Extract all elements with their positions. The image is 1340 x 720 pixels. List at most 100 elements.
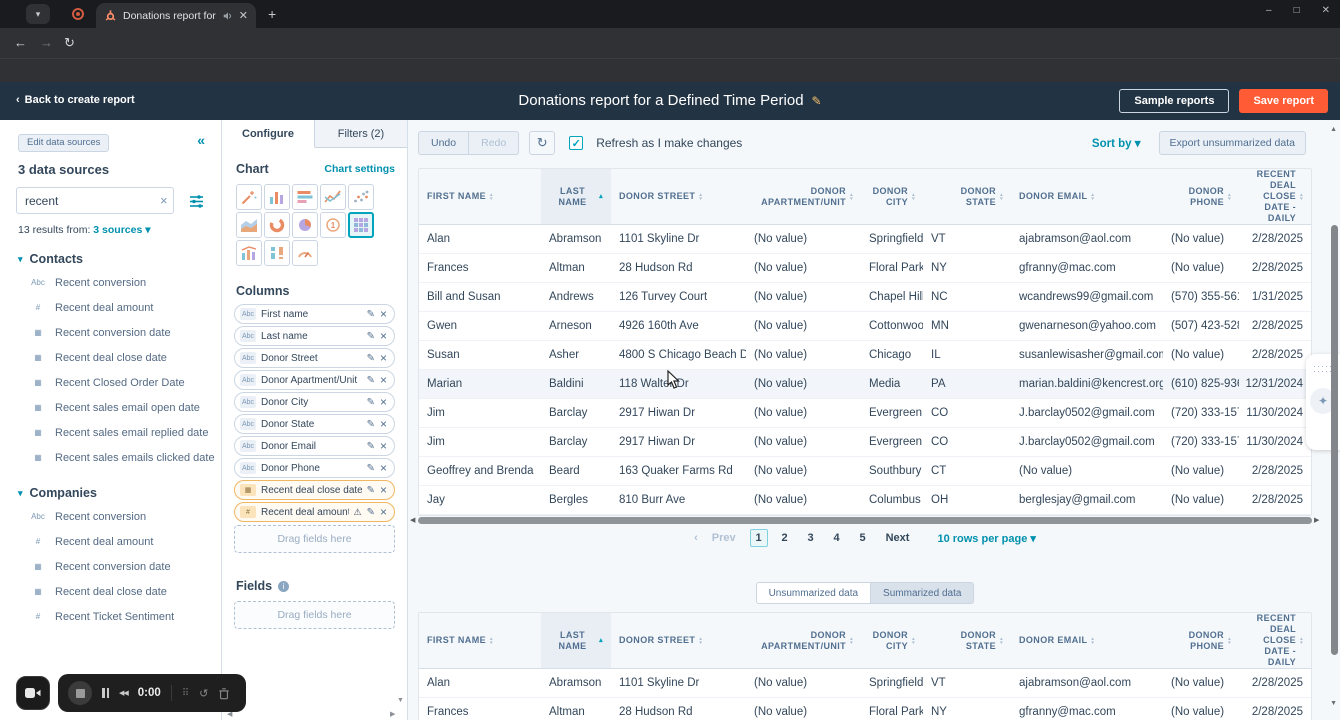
field-list-item[interactable]: ▦ Recent deal close date [0, 345, 221, 370]
chart-type-combo-button[interactable] [236, 240, 262, 266]
remove-column-icon[interactable]: × [380, 307, 387, 321]
header-donor-phone[interactable]: DONOR PHONE ▴ ▾ [1163, 169, 1239, 224]
window-minimize-button[interactable]: – [1266, 5, 1272, 16]
column-pill[interactable]: ▦ Recent deal close date - ⚠ ✎ × [234, 480, 395, 500]
window-maximize-button[interactable]: □ [1294, 5, 1300, 16]
sort-icon[interactable]: ▴ ▾ [490, 636, 493, 645]
panel-scroll-right-icon[interactable]: ▶ [390, 710, 395, 718]
header-donor-state[interactable]: DONOR STATE ▴ ▾ [923, 613, 1011, 668]
field-list-item[interactable]: ▦ Recent sales email open date [0, 395, 221, 420]
sources-dropdown[interactable]: 3 sources ▾ [93, 224, 150, 236]
chart-type-table-button[interactable] [348, 212, 374, 238]
hscroll-right-icon[interactable]: ▶ [1314, 516, 1319, 524]
browser-back-button[interactable]: ← [14, 35, 27, 50]
field-list-item[interactable]: ▦ Recent Closed Order Date [0, 370, 221, 395]
field-list-item[interactable]: Abc Recent conversion [0, 504, 221, 529]
tab-configure[interactable]: Configure [222, 120, 315, 148]
sort-icon[interactable]: ▴ ▾ [1091, 636, 1094, 645]
stop-recording-button[interactable] [68, 681, 92, 705]
edit-title-icon[interactable]: ✎ [812, 94, 822, 108]
browser-forward-button[interactable]: → [40, 35, 53, 50]
table-row[interactable]: Marian Baldini 118 Walter Dr (No value) … [419, 370, 1311, 399]
clear-search-icon[interactable]: × [160, 193, 168, 208]
column-pill[interactable]: Abc Donor City ⚠ ✎ × [234, 392, 395, 412]
chart-type-magic-wand-button[interactable] [236, 184, 262, 210]
header-donor-street[interactable]: DONOR STREET ▴ ▾ [611, 169, 746, 224]
panel-scroll-down-icon[interactable]: ▼ [397, 697, 404, 704]
chart-type-pie-button[interactable] [292, 212, 318, 238]
field-list-item[interactable]: ▦ Recent conversion date [0, 554, 221, 579]
tab-search-button[interactable]: ▾ [26, 4, 50, 24]
column-pill[interactable]: Abc Last name ⚠ ✎ × [234, 326, 395, 346]
chart-type-line-button[interactable] [320, 184, 346, 210]
edit-column-icon[interactable]: ✎ [367, 397, 375, 408]
save-report-button[interactable]: Save report [1239, 89, 1328, 113]
export-unsummarized-button[interactable]: Export unsummarized data [1158, 131, 1306, 155]
sort-icon[interactable]: ▴ ▾ [699, 192, 702, 201]
sort-icon[interactable]: ▴ ▾ [850, 192, 853, 201]
table-row[interactable]: Geoffrey and Brenda Beard 163 Quaker Far… [419, 457, 1311, 486]
prev-chevron-icon[interactable]: ‹ [694, 532, 698, 544]
summarized-data-button[interactable]: Summarized data [871, 582, 975, 604]
remove-column-icon[interactable]: × [380, 351, 387, 365]
remove-column-icon[interactable]: × [380, 373, 387, 387]
window-close-button[interactable]: ✕ [1322, 5, 1330, 16]
remove-column-icon[interactable]: × [380, 417, 387, 431]
page-number[interactable]: 5 [854, 529, 872, 547]
sidebar-section-companies[interactable]: ▾ Companies [18, 486, 203, 500]
rows-per-page-dropdown[interactable]: 10 rows per page ▾ [937, 532, 1035, 545]
edit-column-icon[interactable]: ✎ [367, 375, 375, 386]
filter-sort-icon[interactable] [189, 194, 205, 209]
edit-column-icon[interactable]: ✎ [367, 485, 375, 496]
column-pill[interactable]: Abc Donor Email ⚠ ✎ × [234, 436, 395, 456]
chart-type-donut-button[interactable] [264, 212, 290, 238]
header-recent-deal-close-date[interactable]: RECENT DEAL CLOSE DATE - DAILY ▴ ▾ [1239, 613, 1311, 668]
remove-column-icon[interactable]: × [380, 461, 387, 475]
camera-button[interactable] [16, 676, 50, 710]
column-pill[interactable]: # Recent deal amount ⚠ ✎ × [234, 502, 395, 522]
sort-icon[interactable]: ▴ ▾ [490, 192, 493, 201]
edit-column-icon[interactable]: ✎ [367, 463, 375, 474]
tab-close-icon[interactable]: ✕ [239, 9, 248, 22]
table-row[interactable]: Jim Barclay 2917 Hiwan Dr (No value) Eve… [419, 399, 1311, 428]
fields-drop-zone[interactable]: Drag fields here [234, 601, 395, 629]
field-list-item[interactable]: Abc Recent conversion [0, 270, 221, 295]
field-list-item[interactable]: # Recent Ticket Sentiment [0, 604, 221, 629]
sidebar-section-contacts[interactable]: ▾ Contacts [18, 252, 203, 266]
remove-column-icon[interactable]: × [380, 395, 387, 409]
sort-icon[interactable]: ▴ ▾ [1000, 636, 1003, 645]
column-pill[interactable]: Abc Donor Street ⚠ ✎ × [234, 348, 395, 368]
field-list-item[interactable]: ▦ Recent deal close date [0, 579, 221, 604]
redo-button[interactable]: Redo [469, 131, 520, 155]
edit-column-icon[interactable]: ✎ [367, 353, 375, 364]
chart-type-scatter-button[interactable] [348, 184, 374, 210]
header-donor-apartment[interactable]: DONOR APARTMENT/UNIT ▴ ▾ [746, 169, 861, 224]
column-pill[interactable]: Abc Donor State ⚠ ✎ × [234, 414, 395, 434]
field-search-input[interactable] [16, 187, 174, 214]
horizontal-scrollbar[interactable] [418, 517, 1312, 524]
drag-handle-icon[interactable]: ····· ····· [1313, 362, 1333, 376]
table-row[interactable]: Frances Altman 28 Hudson Rd (No value) F… [419, 254, 1311, 283]
sort-icon[interactable]: ▴ ▾ [912, 192, 915, 201]
header-recent-deal-close-date[interactable]: RECENT DEAL CLOSE DATE - DAILY ▴ ▾ [1239, 169, 1311, 224]
edit-data-sources-button[interactable]: Edit data sources [18, 133, 110, 152]
vscroll-up-icon[interactable]: ▲ [1330, 126, 1337, 133]
chart-type-waterfall-button[interactable] [264, 240, 290, 266]
field-list-item[interactable]: ▦ Recent sales email replied date [0, 420, 221, 445]
table-row[interactable]: Bill and Susan Andrews 126 Turvey Court … [419, 283, 1311, 312]
field-list-item[interactable]: # Recent deal amount [0, 529, 221, 554]
header-donor-city[interactable]: DONOR CITY ▴ ▾ [861, 169, 923, 224]
next-button[interactable]: Next [886, 532, 910, 544]
edit-column-icon[interactable]: ✎ [367, 331, 375, 342]
column-pill[interactable]: Abc Donor Phone ⚠ ✎ × [234, 458, 395, 478]
header-donor-state[interactable]: DONOR STATE ▴ ▾ [923, 169, 1011, 224]
sort-icon[interactable]: ▴ ▾ [912, 636, 915, 645]
table-row[interactable]: Frances Altman 28 Hudson Rd (No value) F… [419, 698, 1311, 720]
chart-type-kpi-button[interactable]: 1 [320, 212, 346, 238]
chart-type-gauge-button[interactable] [292, 240, 318, 266]
undo-button[interactable]: Undo [418, 131, 470, 155]
sample-reports-button[interactable]: Sample reports [1119, 89, 1230, 113]
table-row[interactable]: Jim Barclay 2917 Hiwan Dr (No value) Eve… [419, 428, 1311, 457]
table-row[interactable]: Alan Abramson 1101 Skyline Dr (No value)… [419, 225, 1311, 254]
browser-reload-button[interactable]: ↻ [64, 35, 75, 51]
